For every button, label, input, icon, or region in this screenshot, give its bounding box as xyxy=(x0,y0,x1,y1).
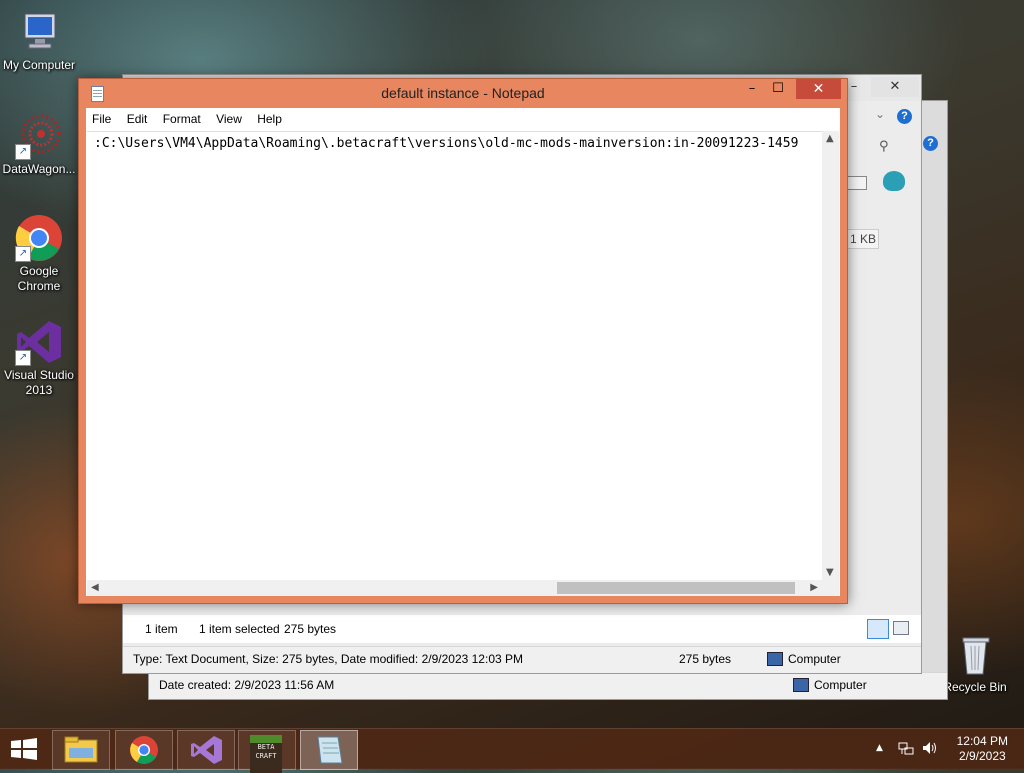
scroll-right-arrow-icon[interactable]: ▶ xyxy=(810,582,818,593)
help-icon[interactable]: ? xyxy=(897,109,912,124)
maximize-button[interactable]: ☐ xyxy=(765,79,791,99)
scroll-down-arrow-icon[interactable]: ▼ xyxy=(826,567,834,578)
clock-date: 2/9/2023 xyxy=(958,749,1006,763)
desktop-icon-datawagon[interactable]: ↗ DataWagon... xyxy=(1,112,77,177)
close-button[interactable]: ✕ xyxy=(871,77,919,97)
betacraft-icon: BETA CRAFT xyxy=(250,735,282,773)
recycle-bin-icon xyxy=(951,630,999,678)
large-icons-view-button[interactable] xyxy=(893,621,909,635)
horizontal-scroll-thumb[interactable] xyxy=(557,582,795,594)
desktop-icon-recycle-bin[interactable]: Recycle Bin xyxy=(937,630,1013,695)
notepad-icon xyxy=(317,736,343,764)
menu-edit[interactable]: Edit xyxy=(121,108,154,130)
volume-icon[interactable] xyxy=(921,740,939,760)
computer-location-icon xyxy=(793,678,809,692)
menu-file[interactable]: File xyxy=(86,108,117,130)
desktop-icon-my-computer[interactable]: My Computer xyxy=(1,8,77,73)
computer-icon xyxy=(15,8,63,56)
start-icon xyxy=(11,738,37,760)
minimize-button[interactable]: – xyxy=(739,79,765,99)
file-explorer-icon xyxy=(64,736,98,763)
taskbar-visual-studio[interactable] xyxy=(177,730,235,770)
menu-help[interactable]: Help xyxy=(251,108,288,130)
shortcut-arrow-icon: ↗ xyxy=(15,144,31,160)
details-size-text: 275 bytes xyxy=(679,652,732,666)
vertical-scrollbar[interactable]: ▲ ▼ xyxy=(822,131,839,580)
desktop-icon-label: Recycle Bin xyxy=(943,680,1007,694)
preview-pane-icon[interactable] xyxy=(847,176,867,190)
visual-studio-icon xyxy=(191,736,222,764)
notepad-title-bar[interactable]: default instance - Notepad – ☐ ✕ xyxy=(79,79,847,107)
notepad-client-area: File Edit Format View Help :C:\Users\VM4… xyxy=(86,108,840,596)
shell-app-icon xyxy=(883,171,905,191)
taskbar: BETA CRAFT ▲ 12:04 PM 2/9/2023 xyxy=(0,728,1024,773)
desktop-icon-google-chrome[interactable]: ↗ Google Chrome xyxy=(1,214,77,294)
start-button[interactable] xyxy=(10,738,38,760)
chrome-icon xyxy=(130,736,158,764)
desktop-icon-label: My Computer xyxy=(2,58,76,72)
taskbar-notepad[interactable] xyxy=(300,730,358,770)
ribbon-collapse-chevron-icon[interactable]: ⌄ xyxy=(875,107,885,121)
explorer-item-status-bar: 1 item 1 item selected 275 bytes xyxy=(123,615,921,643)
details-view-button[interactable] xyxy=(867,619,889,639)
menu-format[interactable]: Format xyxy=(157,108,207,130)
size-grip[interactable] xyxy=(822,580,839,596)
show-hidden-icons-button[interactable]: ▲ xyxy=(876,743,883,753)
search-icon[interactable]: ⚲ xyxy=(879,139,889,154)
close-button[interactable]: ✕ xyxy=(796,79,841,99)
menu-view[interactable]: View xyxy=(210,108,248,130)
desktop-icon-label: Google Chrome xyxy=(17,264,61,293)
item-size-text: 275 bytes xyxy=(284,622,337,636)
visual-studio-icon: ↗ xyxy=(15,318,63,366)
document-text[interactable]: :C:\Users\VM4\AppData\Roaming\.betacraft… xyxy=(94,136,798,151)
item-selected-text: 1 item selected xyxy=(199,622,280,636)
file-size-badge: 1 KB xyxy=(847,229,879,249)
shortcut-arrow-icon: ↗ xyxy=(15,246,31,262)
system-clock[interactable]: 12:04 PM 2/9/2023 xyxy=(957,734,1008,764)
desktop-icon-label: DataWagon... xyxy=(2,162,76,176)
computer-location-text: Computer xyxy=(814,678,867,692)
desktop-icon-label: Visual Studio 2013 xyxy=(4,368,74,397)
date-created-text: Date created: 2/9/2023 11:56 AM xyxy=(159,678,335,692)
chrome-icon: ↗ xyxy=(15,214,63,262)
text-editor-area[interactable]: :C:\Users\VM4\AppData\Roaming\.betacraft… xyxy=(87,131,822,580)
item-count-text: 1 item xyxy=(145,622,178,636)
window-title: default instance - Notepad xyxy=(381,85,545,101)
computer-location-text: Computer xyxy=(788,652,841,666)
desktop-icon-visual-studio[interactable]: ↗ Visual Studio 2013 xyxy=(1,318,77,398)
datawagon-icon: ↗ xyxy=(15,112,63,160)
scroll-up-arrow-icon[interactable]: ▲ xyxy=(826,133,834,144)
taskbar-chrome[interactable] xyxy=(115,730,173,770)
horizontal-scrollbar[interactable]: ◀ ▶ xyxy=(87,580,822,596)
details-status-text: Type: Text Document, Size: 275 bytes, Da… xyxy=(133,652,523,666)
scroll-left-arrow-icon[interactable]: ◀ xyxy=(91,582,99,593)
menu-bar: File Edit Format View Help xyxy=(86,108,840,130)
explorer-details-status-bar: Type: Text Document, Size: 275 bytes, Da… xyxy=(123,646,921,673)
help-icon[interactable]: ? xyxy=(923,136,938,151)
taskbar-betacraft[interactable]: BETA CRAFT xyxy=(238,730,296,773)
shortcut-arrow-icon: ↗ xyxy=(15,350,31,366)
clock-time: 12:04 PM xyxy=(956,734,1008,748)
computer-location-icon xyxy=(767,652,783,666)
explorer-back-status-bar: Date created: 2/9/2023 11:56 AM Computer xyxy=(149,672,947,699)
notepad-window[interactable]: default instance - Notepad – ☐ ✕ File Ed… xyxy=(78,78,848,604)
network-icon[interactable] xyxy=(898,740,914,760)
taskbar-file-explorer[interactable] xyxy=(52,730,110,770)
